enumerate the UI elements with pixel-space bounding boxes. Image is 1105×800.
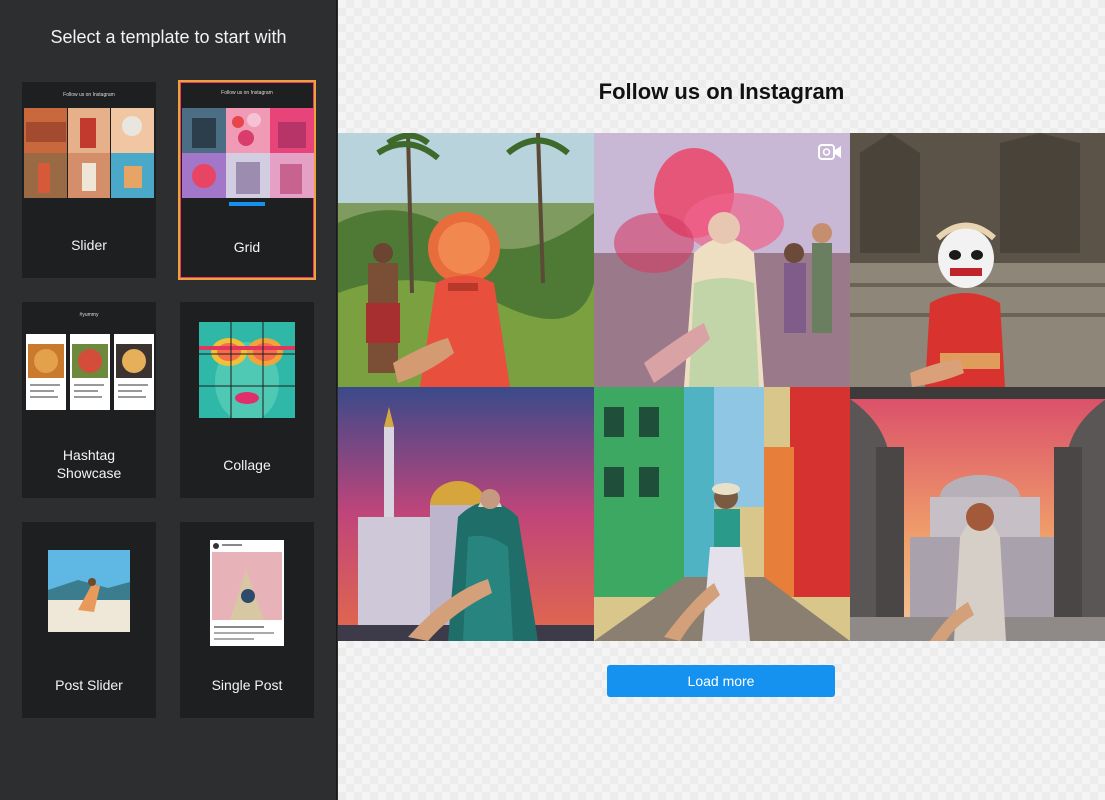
slider-thumbnail [24,108,154,198]
single-post-thumbnail [210,540,284,646]
template-card-collage[interactable]: Collage [180,302,314,498]
template-card-grid[interactable]: Follow us on Instagram Grid [178,80,316,280]
template-label-single-post: Single Post [211,677,283,693]
template-card-slider[interactable]: Follow us on Instagram Slider [22,82,156,278]
preview-title: Follow us on Instagram [598,79,845,104]
slider-thumb-title: Follow us on Instagram [63,92,115,98]
grid-thumbnail [182,108,314,198]
collage-thumbnail [199,322,295,418]
template-card-single-post[interactable]: Single Post [180,522,314,718]
grid-thumb-load-more [229,202,265,206]
hashtag-thumbnail [26,334,154,412]
template-label-grid: Grid [233,239,261,255]
hashtag-thumb-title: #yummy [79,312,99,318]
template-label-collage: Collage [223,457,271,473]
instagram-photo-1[interactable] [338,133,594,387]
template-preview: Follow us on Instagram Load more [338,0,1105,800]
instagram-photo-2[interactable] [594,133,850,387]
template-sidebar: Select a template to start with Follow u… [0,0,337,800]
template-label-hashtag-showcase: Hashtag Showcase [56,447,122,481]
template-card-post-slider[interactable]: Post Slider [22,522,156,718]
instagram-photo-6[interactable] [850,387,1105,641]
load-more-button[interactable]: Load more [607,665,835,697]
grid-thumb-title: Follow us on Instagram [221,90,273,96]
template-label-post-slider: Post Slider [55,677,123,693]
instagram-photo-4[interactable] [338,387,594,641]
instagram-photo-3[interactable] [850,133,1105,387]
template-card-hashtag-showcase[interactable]: #yummy Hashtag Showcase [22,302,156,498]
sidebar-title: Select a template to start with [50,27,287,47]
video-camera-icon [818,143,842,161]
template-label-slider: Slider [71,237,107,253]
post-slider-thumbnail [48,550,130,632]
instagram-photo-5[interactable] [594,387,850,641]
